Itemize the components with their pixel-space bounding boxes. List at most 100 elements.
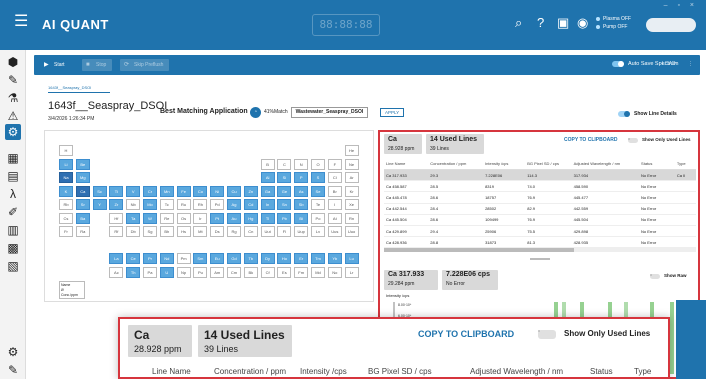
element-cell-cn[interactable]: Cn — [243, 226, 258, 237]
element-cell-mg[interactable]: Mg — [75, 172, 90, 183]
element-cell-xe[interactable]: Xe — [344, 199, 359, 210]
element-cell-v[interactable]: V — [126, 185, 141, 197]
element-cell-ne[interactable]: Ne — [344, 158, 359, 170]
element-cell-eu[interactable]: Eu — [210, 253, 225, 264]
element-cell-cf[interactable]: Cf — [260, 266, 275, 278]
start-button[interactable]: ▶ Start — [40, 59, 71, 71]
sidebar-item-sample-icon[interactable]: ⚗ — [5, 90, 21, 106]
zoom-copy-button[interactable]: COPY TO CLIPBOARD — [418, 329, 514, 339]
element-cell-ag[interactable]: Ag — [227, 199, 241, 210]
element-cell-zn[interactable]: Zn — [243, 185, 258, 197]
sidebar-item-lambda-icon[interactable]: λ — [5, 186, 21, 202]
element-cell-po[interactable]: Po — [311, 212, 325, 224]
element-cell-ar[interactable]: Ar — [344, 172, 359, 183]
sidebar-item-report-icon[interactable]: ▤ — [5, 168, 21, 184]
element-cell-bk[interactable]: Bk — [243, 266, 258, 278]
element-cell-ds[interactable]: Ds — [210, 226, 225, 237]
element-cell-si[interactable]: Si — [277, 172, 292, 183]
element-cell-ru[interactable]: Ru — [176, 199, 191, 210]
element-cell-br[interactable]: Br — [327, 185, 342, 197]
column-header[interactable]: Concentration / ppm — [428, 158, 484, 170]
zoom-column-header[interactable]: Line Name — [152, 367, 191, 376]
element-cell-re[interactable]: Re — [159, 212, 174, 224]
element-cell-f[interactable]: F — [327, 158, 342, 170]
element-cell-pd[interactable]: Pd — [210, 199, 225, 210]
sidebar-item-storage-icon[interactable]: ▥ — [5, 222, 21, 238]
element-cell-np[interactable]: Np — [176, 266, 191, 278]
search-icon[interactable]: ⌕ — [515, 16, 522, 30]
element-cell-pm[interactable]: Pm — [176, 253, 191, 264]
element-cell-er[interactable]: Er — [294, 253, 309, 264]
table-row[interactable]: Ca 458.587 28.5 8319 74.0 458.590 No Error — [384, 180, 696, 193]
sidebar-item-wrench-icon[interactable]: ✐ — [5, 204, 21, 220]
element-cell-sc[interactable]: Sc — [92, 185, 107, 197]
element-cell-mt[interactable]: Mt — [193, 226, 208, 237]
element-cell-sr[interactable]: Sr — [75, 199, 90, 210]
element-cell-uut[interactable]: Uut — [260, 226, 275, 237]
element-cell-tm[interactable]: Tm — [311, 253, 325, 264]
table-row[interactable]: Ca 429.899 29.4 25906 75.5 429.898 No Error — [384, 225, 696, 238]
element-cell-cs[interactable]: Cs — [59, 212, 73, 224]
element-cell-bh[interactable]: Bh — [159, 226, 174, 237]
copy-to-clipboard-button[interactable]: COPY TO CLIPBOARD — [564, 137, 617, 143]
element-cell-b[interactable]: B — [260, 158, 275, 170]
element-cell-ho[interactable]: Ho — [277, 253, 292, 264]
menu-icon[interactable]: ☰ — [14, 14, 28, 30]
element-cell-fe[interactable]: Fe — [176, 185, 191, 197]
element-cell-la[interactable]: La — [109, 253, 124, 264]
element-cell-ir[interactable]: Ir — [193, 212, 208, 224]
element-cell-lr[interactable]: Lr — [344, 266, 359, 278]
element-cell-tl[interactable]: Tl — [260, 212, 275, 224]
element-cell-fl[interactable]: Fl — [277, 226, 292, 237]
column-header[interactable]: BG Pixel SD / cps — [525, 158, 572, 170]
element-cell-at[interactable]: At — [327, 212, 342, 224]
element-cell-k[interactable]: K — [59, 185, 73, 197]
element-cell-u[interactable]: U — [159, 266, 174, 278]
element-cell-no[interactable]: No — [327, 266, 342, 278]
element-cell-yb[interactable]: Yb — [327, 253, 342, 264]
element-cell-te[interactable]: Te — [311, 199, 325, 210]
element-cell-li[interactable]: Li — [59, 158, 73, 170]
sidebar-item-settings-icon[interactable]: ⚙ — [5, 344, 21, 360]
sidebar-item-edit-icon[interactable]: ✎ — [5, 362, 21, 378]
instrument-toggle[interactable] — [646, 18, 696, 32]
sidebar-item-archive-icon[interactable]: ▩ — [5, 240, 21, 256]
element-cell-cd[interactable]: Cd — [243, 199, 258, 210]
element-cell-ge[interactable]: Ge — [277, 185, 292, 197]
element-cell-cl[interactable]: Cl — [327, 172, 342, 183]
splitter-handle[interactable] — [530, 258, 550, 260]
element-cell-ba[interactable]: Ba — [75, 212, 90, 224]
zoom-column-header[interactable]: BG Pixel SD / cps — [368, 367, 432, 376]
zoom-show-only-used-toggle[interactable] — [538, 330, 556, 339]
help-icon[interactable]: ? — [537, 16, 544, 30]
element-cell-bi[interactable]: Bi — [294, 212, 309, 224]
element-cell-rb[interactable]: Rb — [59, 199, 73, 210]
element-cell-fr[interactable]: Fr — [59, 226, 73, 237]
element-cell-cr[interactable]: Cr — [143, 185, 157, 197]
sidebar-item-tools-icon[interactable]: ✎ — [5, 72, 21, 88]
sidebar-item-method-icon[interactable]: ⬢ — [5, 54, 21, 70]
element-cell-rn[interactable]: Rn — [344, 212, 359, 224]
element-cell-au[interactable]: Au — [227, 212, 241, 224]
stop-button[interactable]: ■ Stop — [82, 59, 113, 71]
element-cell-o[interactable]: O — [311, 158, 325, 170]
element-cell-ac[interactable]: Ac — [109, 266, 124, 278]
element-cell-w[interactable]: W — [143, 212, 157, 224]
element-cell-sm[interactable]: Sm — [193, 253, 208, 264]
table-scrollbar[interactable] — [384, 248, 696, 252]
table-row[interactable]: Ca 317.933 29.3 7.228E06 114.3 317.934 No Err… — [384, 169, 696, 182]
column-header[interactable]: Adjusted Wavelength / nm — [571, 158, 640, 170]
element-cell-n[interactable]: N — [294, 158, 309, 170]
element-cell-ce[interactable]: Ce — [126, 253, 141, 264]
element-cell-pa[interactable]: Pa — [143, 266, 157, 278]
element-cell-cu[interactable]: Cu — [227, 185, 241, 197]
table-row[interactable]: Ca 445.504 28.6 109499 76.9 445.504 No Error — [384, 214, 696, 226]
zoom-column-header[interactable]: Concentration / ppm — [214, 367, 286, 376]
element-cell-c[interactable]: C — [277, 158, 292, 170]
element-cell-p[interactable]: P — [294, 172, 309, 183]
element-cell-sg[interactable]: Sg — [143, 226, 157, 237]
element-cell-hg[interactable]: Hg — [243, 212, 258, 224]
element-cell-co[interactable]: Co — [193, 185, 208, 197]
skip-preflush-button[interactable]: ⟳ Skip Preflush — [120, 59, 170, 71]
element-cell-fm[interactable]: Fm — [294, 266, 309, 278]
